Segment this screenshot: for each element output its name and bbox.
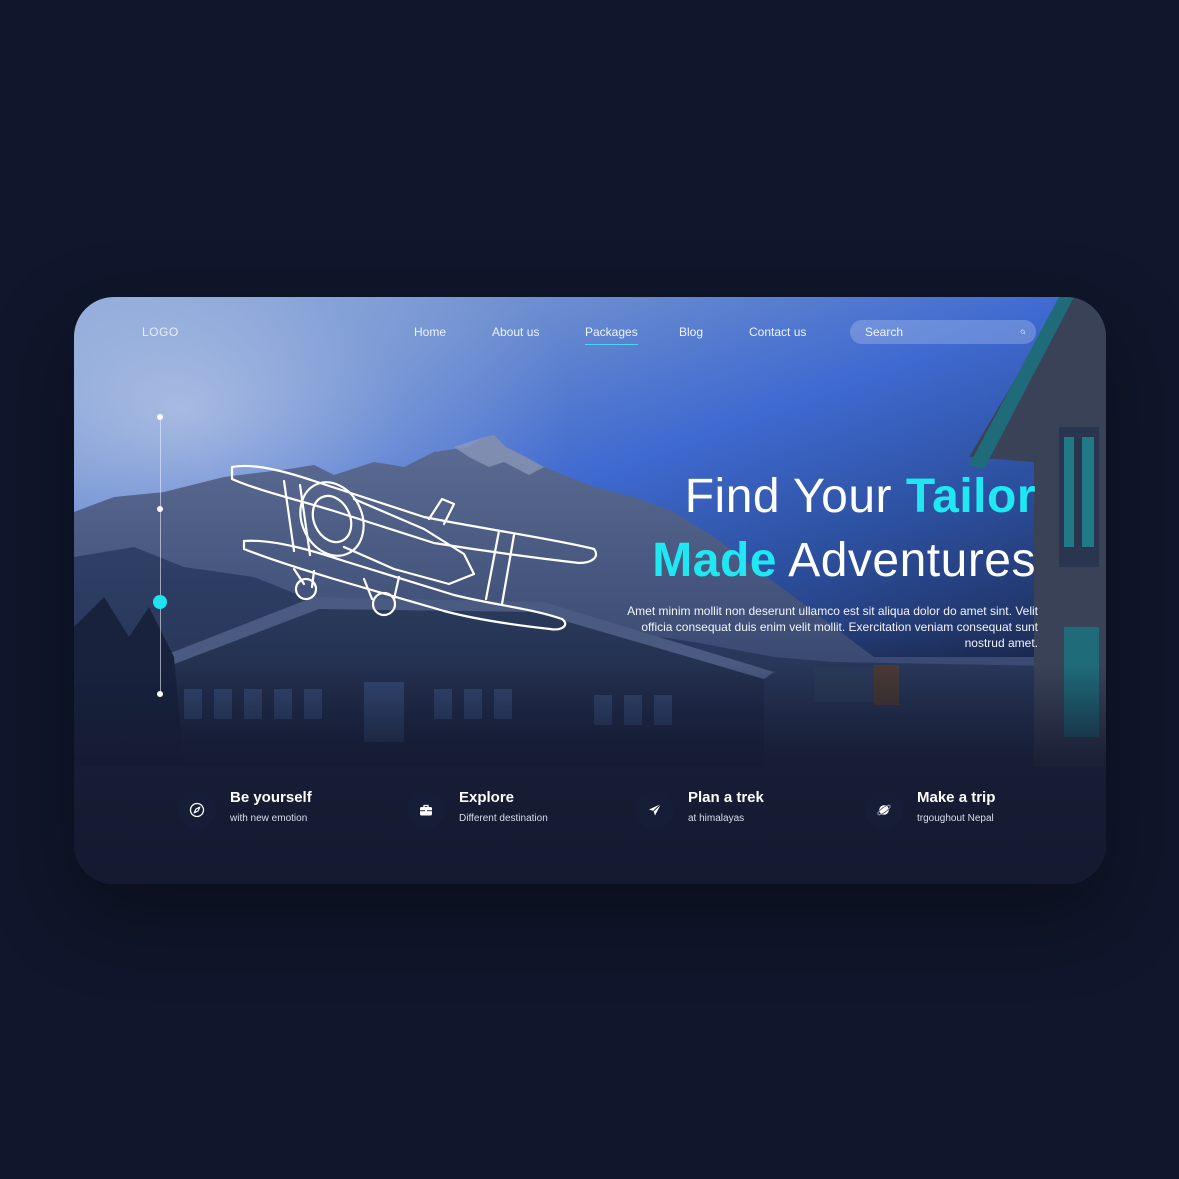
search-icon[interactable] bbox=[1020, 325, 1026, 339]
feature-title: Make a trip bbox=[917, 789, 996, 806]
nav-blog[interactable]: Blog bbox=[679, 325, 703, 339]
slider-dot-1[interactable] bbox=[157, 414, 163, 420]
feature-subtitle: trgoughout Nepal bbox=[917, 813, 994, 824]
slider-track bbox=[160, 417, 161, 694]
hero-description: Amet minim mollit non deserunt ullamco e… bbox=[627, 604, 1038, 650]
feature-icon-circle bbox=[636, 791, 674, 829]
feature-subtitle: with new emotion bbox=[230, 813, 308, 824]
headline-line-2: Made Adventures bbox=[652, 534, 1036, 587]
feature-subtitle: Different destination bbox=[459, 813, 548, 824]
bottom-fade bbox=[74, 664, 1106, 884]
logo[interactable]: LOGO bbox=[142, 325, 179, 339]
headline-line-1: Find Your Tailor bbox=[684, 470, 1036, 523]
search-bar[interactable] bbox=[850, 320, 1036, 344]
nav-packages[interactable]: Packages bbox=[585, 325, 638, 345]
hero-card: LOGO Home About us Packages Blog Contact… bbox=[74, 297, 1106, 884]
slider-dot-2[interactable] bbox=[157, 506, 163, 512]
search-input[interactable] bbox=[865, 325, 1020, 339]
hero-headline: Find Your Tailor Made Adventures bbox=[652, 465, 1036, 593]
nav-contact-us[interactable]: Contact us bbox=[749, 325, 806, 339]
feature-icon-circle bbox=[865, 791, 903, 829]
compass-icon bbox=[189, 802, 205, 818]
planet-icon bbox=[877, 804, 891, 816]
feature-subtitle: at himalayas bbox=[688, 813, 745, 824]
headline-accent-made: Made bbox=[652, 534, 777, 587]
paper-plane-icon bbox=[649, 803, 662, 816]
nav-about-us[interactable]: About us bbox=[492, 325, 539, 339]
biplane-illustration bbox=[230, 464, 598, 631]
feature-icon-circle bbox=[178, 791, 216, 829]
slider-dot-active[interactable] bbox=[153, 595, 167, 609]
feature-make-a-trip[interactable]: Make a trip trgoughout Nepal bbox=[865, 789, 995, 829]
feature-icon-circle bbox=[407, 791, 445, 829]
feature-title: Plan a trek bbox=[688, 789, 764, 806]
feature-plan-a-trek[interactable]: Plan a trek at himalayas bbox=[636, 789, 764, 829]
feature-be-yourself[interactable]: Be yourself with new emotion bbox=[178, 789, 312, 829]
nav-home[interactable]: Home bbox=[414, 325, 446, 339]
feature-title: Be yourself bbox=[230, 789, 312, 806]
feature-title: Explore bbox=[459, 789, 515, 806]
feature-explore[interactable]: Explore Different destination bbox=[407, 789, 548, 829]
headline-accent-tailor: Tailor bbox=[905, 470, 1036, 523]
briefcase-icon bbox=[420, 804, 432, 816]
slider-dot-4[interactable] bbox=[157, 691, 163, 697]
